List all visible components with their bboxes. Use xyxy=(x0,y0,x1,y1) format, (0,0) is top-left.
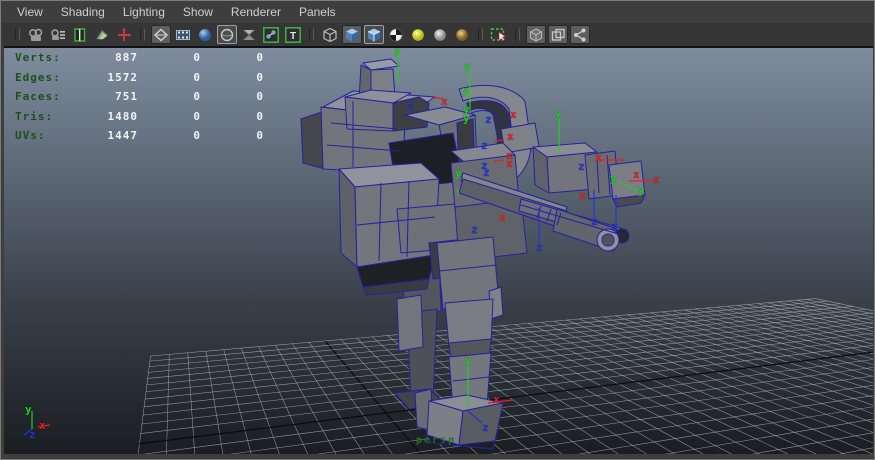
panel-menubar: View Shading Lighting Show Renderer Panels xyxy=(2,2,873,23)
hud-row-value: 0 xyxy=(256,90,264,103)
maya-window: View Shading Lighting Show Renderer Panels T xyxy=(0,0,875,460)
hud-row-label: Tris: xyxy=(15,109,54,123)
hud-row-label: Faces: xyxy=(15,90,61,103)
menu-item-show[interactable]: Show xyxy=(174,2,222,23)
image-plane-icon[interactable] xyxy=(92,25,112,44)
axis-label-z: z xyxy=(485,113,492,126)
light-gray-icon[interactable] xyxy=(430,25,450,44)
axis-label-z: z xyxy=(481,139,488,152)
hud-row-value: 887 xyxy=(115,51,138,64)
axis-label-y: y xyxy=(638,184,645,197)
menu-item-renderer[interactable]: Renderer xyxy=(222,2,290,23)
toolbar-separator xyxy=(15,28,20,41)
axis-label-z: z xyxy=(407,99,414,112)
bookmark-icon[interactable] xyxy=(70,25,90,44)
overlap-squares-icon[interactable] xyxy=(548,25,568,44)
menu-item-lighting[interactable]: Lighting xyxy=(114,2,174,23)
selection-highlight-icon[interactable] xyxy=(489,25,509,44)
axis-label-y: y xyxy=(462,84,469,97)
hud-row-value: 1572 xyxy=(107,70,138,84)
axis-label-z: z xyxy=(536,241,543,254)
toolbar-separator xyxy=(515,28,520,41)
axis-label-z: z xyxy=(482,421,489,434)
axis-label-y: y xyxy=(555,107,562,120)
hud-row-label: UVs: xyxy=(15,129,46,142)
axis-label-z: z xyxy=(578,160,585,173)
axis-label-z: z xyxy=(29,428,36,441)
axis-label-y: y xyxy=(610,172,617,185)
panel-toolbar: T xyxy=(2,23,873,46)
hud-row-label: Edges: xyxy=(15,70,61,84)
axis-label-z: z xyxy=(471,223,478,236)
toolbar-separator xyxy=(309,28,314,41)
hud-row-value: 0 xyxy=(193,70,201,84)
axis-label-x: x xyxy=(506,157,513,170)
axis-label-x: x xyxy=(510,108,517,121)
axis-label-y: y xyxy=(465,354,472,367)
shaded-cube-icon[interactable] xyxy=(342,25,362,44)
menu-item-view[interactable]: View xyxy=(8,2,52,23)
hud-row-value: 0 xyxy=(193,109,201,123)
textured-cube-icon[interactable] xyxy=(364,25,384,44)
svg-text:T: T xyxy=(290,31,296,42)
shaded-icon[interactable] xyxy=(195,25,215,44)
checker-sphere-icon[interactable] xyxy=(386,25,406,44)
light-gold-icon[interactable] xyxy=(452,25,472,44)
hud-row-value: 0 xyxy=(256,109,264,123)
select-camera-icon[interactable] xyxy=(26,25,46,44)
wireframe-on-shaded-icon[interactable] xyxy=(217,25,237,44)
axis-label-x: x xyxy=(595,151,602,164)
hud-row-label: Verts: xyxy=(15,51,61,64)
hud-row-value: 0 xyxy=(256,129,264,142)
perspective-viewport[interactable]: Verts: 887 0 0 Edges: 1572 0 0 Faces: 751 0 0 Tris: 1… xyxy=(4,46,873,454)
xray-icon[interactable] xyxy=(239,25,259,44)
axis-label-z: z xyxy=(611,220,618,233)
hud-row-value: 0 xyxy=(193,51,201,64)
hud-row-value: 0 xyxy=(193,90,201,103)
isolate-select-cube-icon[interactable] xyxy=(526,25,546,44)
hud-row-value: 0 xyxy=(256,70,264,84)
axis-label-z: z xyxy=(591,215,598,228)
axis-label-y: y xyxy=(25,403,32,416)
hud-row-value: 0 xyxy=(256,51,264,64)
axis-label-y: y xyxy=(394,46,401,57)
pan-zoom-icon[interactable] xyxy=(114,25,134,44)
axis-label-y: y xyxy=(455,167,462,180)
default-material-cube-icon[interactable] xyxy=(320,25,340,44)
axis-label-x: x xyxy=(653,173,660,186)
axis-label-x: x xyxy=(499,211,506,224)
textured-icon[interactable]: T xyxy=(283,25,303,44)
axis-label-x: x xyxy=(507,130,514,143)
axis-label-z: z xyxy=(483,166,490,179)
hud-row-value: 751 xyxy=(115,90,138,103)
toolbar-separator xyxy=(140,28,145,41)
menu-item-panels[interactable]: Panels xyxy=(290,2,345,23)
hud-row-value: 1447 xyxy=(107,129,138,142)
axis-label-y: y xyxy=(464,60,471,73)
share-node-icon[interactable] xyxy=(570,25,590,44)
camera-attributes-icon[interactable] xyxy=(48,25,68,44)
mech-model[interactable] xyxy=(300,58,646,450)
xray-joints-icon[interactable] xyxy=(261,25,281,44)
axis-label-y: y xyxy=(463,112,470,125)
axis-label-x: x xyxy=(441,95,448,108)
axis-label-x: x xyxy=(39,419,46,432)
light-yellow-icon[interactable] xyxy=(408,25,428,44)
toolbar-separator xyxy=(478,28,483,41)
axis-label-x: x xyxy=(579,189,586,202)
menu-item-shading[interactable]: Shading xyxy=(52,2,114,23)
axis-label-x: x xyxy=(493,393,500,406)
film-gate-icon[interactable] xyxy=(173,25,193,44)
hud-row-value: 0 xyxy=(193,129,201,142)
axis-label-x: x xyxy=(633,168,640,181)
camera-name-label: persp xyxy=(416,435,457,446)
wireframe-icon[interactable] xyxy=(151,25,171,44)
hud-row-value: 1480 xyxy=(107,109,138,123)
